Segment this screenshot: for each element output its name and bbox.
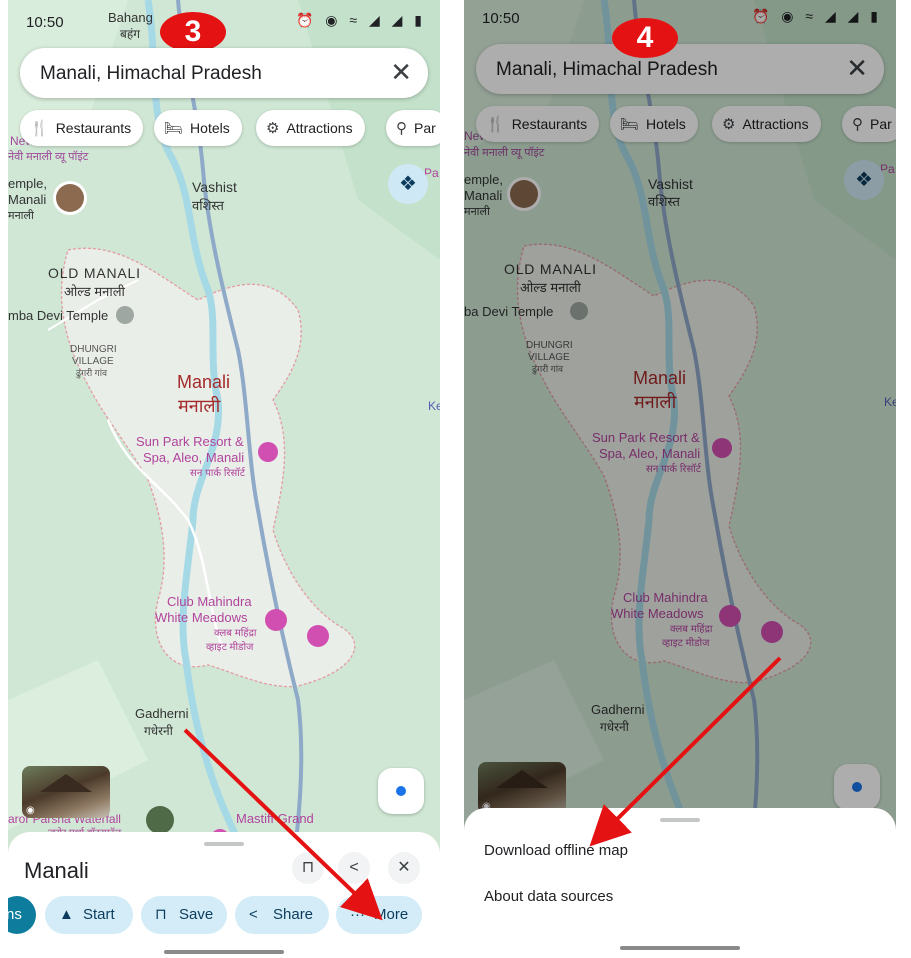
annotation-arrows xyxy=(183,656,782,921)
arrow-to-more-button xyxy=(183,728,383,921)
arrow-to-download-offline-map xyxy=(589,656,782,847)
